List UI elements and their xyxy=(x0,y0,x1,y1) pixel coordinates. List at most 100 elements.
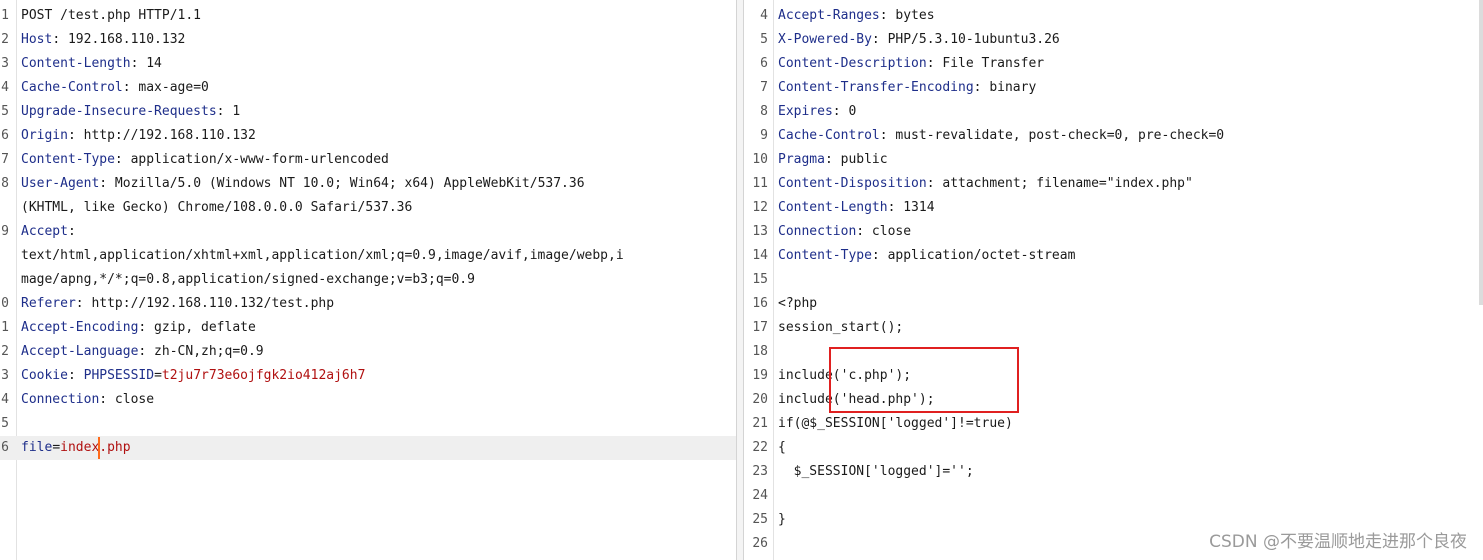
header-name: Pragma xyxy=(778,152,825,167)
line-number: 10 xyxy=(752,152,768,167)
code-line[interactable]: 24 xyxy=(744,484,1483,508)
line-content: Content-Length: 1314 xyxy=(778,196,935,220)
line-number: 1 xyxy=(1,320,9,335)
request-lines[interactable]: 1 POST /test.php HTTP/1.1 2 Host: 192.168.1… xyxy=(0,4,736,460)
code-line[interactable]: 9 Accept: xyxy=(0,220,736,244)
code-line[interactable]: 2 Accept-Language: zh-CN,zh;q=0.9 xyxy=(0,340,736,364)
header-value: max-age=0 xyxy=(130,80,209,95)
header-separator: : xyxy=(67,128,76,143)
line-number: 16 xyxy=(752,296,768,311)
header-separator: : xyxy=(824,152,833,167)
code-line[interactable]: mage/apng,*/*;q=0.8,application/signed-e… xyxy=(0,268,736,292)
response-lines[interactable]: 4 Accept-Ranges: bytes 5 X-Powered-By: PHP/… xyxy=(744,4,1483,556)
line-content: Accept-Ranges: bytes xyxy=(778,4,935,28)
line-content: session_start(); xyxy=(778,316,903,340)
header-separator: : xyxy=(75,296,84,311)
vertical-scrollbar[interactable] xyxy=(1479,0,1483,305)
code-line[interactable]: 0 Referer: http://192.168.110.132/test.ph… xyxy=(0,292,736,316)
code-line[interactable]: 15 xyxy=(744,268,1483,292)
code-line[interactable]: 2 Host: 192.168.110.132 xyxy=(0,28,736,52)
code-line[interactable]: text/html,application/xhtml+xml,applicat… xyxy=(0,244,736,268)
line-number: 9 xyxy=(760,128,768,143)
header-name: Content-Type xyxy=(778,248,872,263)
code-line[interactable]: 1 POST /test.php HTTP/1.1 xyxy=(0,4,736,28)
code-line[interactable]: 9 Cache-Control: must-revalidate, post-ch… xyxy=(744,124,1483,148)
header-separator: : xyxy=(832,104,841,119)
header-value: 1 xyxy=(224,104,241,119)
code-line[interactable]: 8 User-Agent: Mozilla/5.0 (Windows NT 10.… xyxy=(0,172,736,196)
header-name: Origin xyxy=(21,128,68,143)
header-separator: : xyxy=(114,152,123,167)
code-line[interactable]: 4 Cache-Control: max-age=0 xyxy=(0,76,736,100)
code-line[interactable]: 3 Cookie: PHPSESSID=t2ju7r73e6ojfgk2io412… xyxy=(0,364,736,388)
line-content: Origin: http://192.168.110.132 xyxy=(21,124,256,148)
line-content: { xyxy=(778,436,786,460)
header-separator: : xyxy=(67,224,76,239)
code-line[interactable]: 8 Expires: 0 xyxy=(744,100,1483,124)
line-content: text/html,application/xhtml+xml,applicat… xyxy=(21,244,624,268)
header-value: close xyxy=(107,392,155,407)
code-line[interactable]: 3 Content-Length: 14 xyxy=(0,52,736,76)
code-line[interactable]: 6 Origin: http://192.168.110.132 xyxy=(0,124,736,148)
header-name: Accept xyxy=(21,224,68,239)
code-line[interactable]: 7 Content-Transfer-Encoding: binary xyxy=(744,76,1483,100)
code-line[interactable]: 23 $_SESSION['logged']=''; xyxy=(744,460,1483,484)
line-number: 25 xyxy=(752,512,768,527)
line-number: 6 xyxy=(1,128,9,143)
line-content: Connection: close xyxy=(21,388,154,412)
code-line[interactable]: 4 Accept-Ranges: bytes xyxy=(744,4,1483,28)
header-value: 192.168.110.132 xyxy=(60,32,186,47)
code-line[interactable]: 21 if(@$_SESSION['logged']!=true) xyxy=(744,412,1483,436)
code-line[interactable]: 22 { xyxy=(744,436,1483,460)
code-text: } xyxy=(778,512,786,527)
header-separator: : xyxy=(99,392,108,407)
code-line[interactable]: 11 Content-Disposition: attachment; filen… xyxy=(744,172,1483,196)
pane-splitter[interactable] xyxy=(736,0,744,560)
line-number: 9 xyxy=(1,224,9,239)
code-line[interactable]: 16 <?php xyxy=(744,292,1483,316)
code-line[interactable]: 5 xyxy=(0,412,736,436)
line-number: 6 xyxy=(760,56,768,71)
code-line[interactable]: (KHTML, like Gecko) Chrome/108.0.0.0 Saf… xyxy=(0,196,736,220)
code-line[interactable]: 10 Pragma: public xyxy=(744,148,1483,172)
line-content: Content-Description: File Transfer xyxy=(778,52,1044,76)
code-line[interactable]: 17 session_start(); xyxy=(744,316,1483,340)
code-line[interactable]: 1 Accept-Encoding: gzip, deflate xyxy=(0,316,736,340)
line-number: 24 xyxy=(752,488,768,503)
line-content: Content-Type: application/octet-stream xyxy=(778,244,1075,268)
line-number: 21 xyxy=(752,416,768,431)
header-value: application/x-www-form-urlencoded xyxy=(122,152,389,167)
line-number: 1 xyxy=(1,8,9,23)
code-text: { xyxy=(778,440,786,455)
header-value: http://192.168.110.132 xyxy=(75,128,256,143)
header-name: Content-Description xyxy=(778,56,927,71)
code-line[interactable]: 5 X-Powered-By: PHP/5.3.10-1ubuntu3.26 xyxy=(744,28,1483,52)
response-editor-pane[interactable]: 4 Accept-Ranges: bytes 5 X-Powered-By: PHP/… xyxy=(744,0,1483,560)
code-line[interactable]: 7 Content-Type: application/x-www-form-ur… xyxy=(0,148,736,172)
header-separator: : xyxy=(926,176,935,191)
request-editor-pane[interactable]: 1 POST /test.php HTTP/1.1 2 Host: 192.168.1… xyxy=(0,0,736,560)
code-line[interactable]: 5 Upgrade-Insecure-Requests: 1 xyxy=(0,100,736,124)
header-name: Content-Length xyxy=(21,56,131,71)
equals-sign: = xyxy=(52,440,61,455)
line-content: POST /test.php HTTP/1.1 xyxy=(21,4,201,28)
line-content: Content-Transfer-Encoding: binary xyxy=(778,76,1036,100)
code-line[interactable]: 12 Content-Length: 1314 xyxy=(744,196,1483,220)
line-number: 7 xyxy=(760,80,768,95)
code-line[interactable]: 14 Content-Type: application/octet-stream xyxy=(744,244,1483,268)
header-value: must-revalidate, post-check=0, pre-check… xyxy=(887,128,1225,143)
header-separator: : xyxy=(52,32,61,47)
param-value: index xyxy=(60,440,100,455)
line-content: Upgrade-Insecure-Requests: 1 xyxy=(21,100,240,124)
line-number: 20 xyxy=(752,392,768,407)
code-line[interactable]: 6 file=index.php xyxy=(0,436,736,460)
code-line[interactable]: 13 Connection: close xyxy=(744,220,1483,244)
code-line[interactable]: 6 Content-Description: File Transfer xyxy=(744,52,1483,76)
header-separator: : xyxy=(871,32,880,47)
line-content: Accept-Language: zh-CN,zh;q=0.9 xyxy=(21,340,264,364)
code-line[interactable]: 4 Connection: close xyxy=(0,388,736,412)
code-text: POST /test.php HTTP/1.1 xyxy=(21,8,202,23)
header-name: Expires xyxy=(778,104,833,119)
line-number: 13 xyxy=(752,224,768,239)
line-number: 22 xyxy=(752,440,768,455)
